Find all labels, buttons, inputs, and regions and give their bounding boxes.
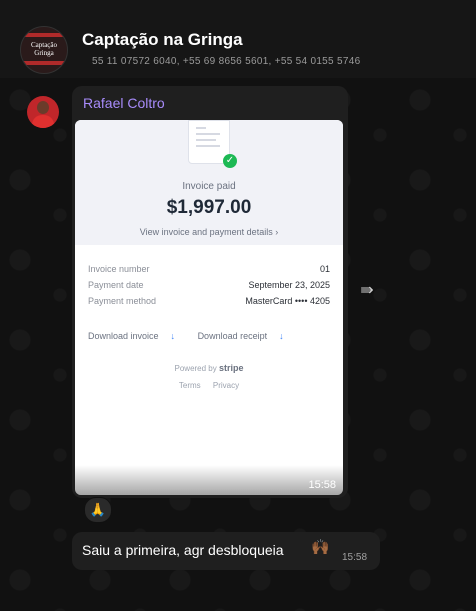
avatar-shirt <box>32 115 54 128</box>
doc-line <box>196 145 220 147</box>
invoice-image[interactable]: ✓ Invoice paid $1,997.00 View invoice an… <box>75 120 343 495</box>
avatar-stripe <box>21 33 67 37</box>
avatar-face <box>37 101 49 114</box>
chat-header[interactable]: Captação Gringa Captação na Gringa 55 11… <box>0 0 476 78</box>
invoice-row-date: Payment date September 23, 2025 <box>88 280 330 294</box>
row-value: 01 <box>319 264 330 274</box>
download-links: Download invoice ↓ Download receipt ↓ <box>88 331 304 341</box>
stripe-logo: stripe <box>218 363 244 373</box>
reaction-badge[interactable]: 🙏 <box>84 497 112 523</box>
chevron-right-icon: › <box>275 227 279 237</box>
download-invoice-link: Download invoice ↓ <box>88 331 185 341</box>
privacy-link: Privacy <box>212 381 240 390</box>
avatar-text: Captação Gringa <box>30 41 58 57</box>
invoice-row-number: Invoice number 01 <box>88 264 330 278</box>
footer-links: Terms Privacy <box>75 381 343 390</box>
sender-avatar[interactable] <box>27 96 59 128</box>
forward-icon[interactable]: ⇛ <box>356 282 378 300</box>
download-receipt-label: Download receipt <box>197 331 268 341</box>
download-receipt-link: Download receipt ↓ <box>198 331 294 341</box>
row-label: Payment date <box>88 280 144 290</box>
avatar-stripe <box>21 61 67 65</box>
message-text: Saiu a primeira, agr desbloqueia <box>82 542 284 558</box>
row-label: Payment method <box>88 296 157 306</box>
arrow-down-icon: ↓ <box>170 331 176 341</box>
doc-line <box>196 139 216 141</box>
terms-link: Terms <box>178 381 201 390</box>
group-avatar[interactable]: Captação Gringa <box>20 26 68 74</box>
arrow-down-icon: ↓ <box>279 331 284 341</box>
message-time: 15:58 <box>342 552 368 563</box>
view-invoice-link: View invoice and payment details › <box>75 227 343 237</box>
powered-by-label: Powered by <box>174 364 217 373</box>
group-members: 55 11 07572 6040, +55 69 8656 5601, +55 … <box>92 56 361 67</box>
row-value: September 23, 2025 <box>248 280 330 290</box>
raised-hands-icon: 🙌🏾 <box>311 539 330 556</box>
invoice-status: Invoice paid <box>182 181 236 192</box>
invoice-row-method: Payment method MasterCard •••• 4205 <box>88 296 330 310</box>
doc-line <box>196 133 220 135</box>
powered-by: Powered by stripe <box>75 363 343 373</box>
doc-line <box>196 127 206 129</box>
sender-name[interactable]: Rafael Coltro <box>83 95 165 111</box>
checkmark-icon: ✓ <box>223 154 237 168</box>
view-invoice-label: View invoice and payment details <box>139 227 273 237</box>
message-time: 15:58 <box>308 479 336 491</box>
row-label: Invoice number <box>88 264 150 274</box>
invoice-header: ✓ Invoice paid $1,997.00 View invoice an… <box>75 120 343 245</box>
image-time-overlay: 15:58 <box>75 465 343 495</box>
download-invoice-label: Download invoice <box>88 331 159 341</box>
invoice-amount: $1,997.00 <box>166 197 252 218</box>
group-title[interactable]: Captação na Gringa <box>82 30 243 50</box>
row-value: MasterCard •••• 4205 <box>245 296 330 306</box>
